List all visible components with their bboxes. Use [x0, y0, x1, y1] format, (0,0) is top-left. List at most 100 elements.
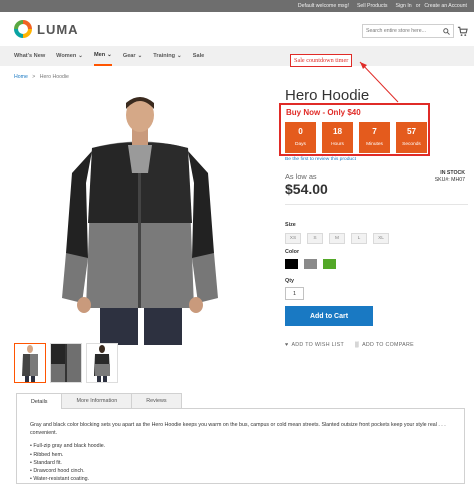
details-bullets: • Full-zip gray and black hoodie. • Ribb…: [30, 442, 451, 483]
breadcrumb: Home > Hero Hoodie: [14, 74, 69, 80]
add-to-compare-link[interactable]: ▒ ADD TO COMPARE: [355, 342, 414, 348]
timer-days: 0 Days: [285, 122, 316, 153]
tab-more-information[interactable]: More Information: [61, 393, 133, 408]
details-bullet: • Water-resistant coating.: [30, 476, 90, 483]
thumbnail-image: [94, 345, 110, 382]
timer-minutes: 7 Minutes: [359, 122, 390, 153]
product-tabs: Details More Information Reviews: [16, 393, 182, 409]
size-option-l[interactable]: L: [351, 233, 367, 244]
nav-label: Sale: [192, 53, 205, 59]
product-title: Hero Hoodie: [285, 87, 370, 104]
tab-panel-details: Gray and black color blocking sets you a…: [16, 408, 465, 484]
nav-item-whats-new[interactable]: What's New: [14, 46, 45, 66]
sale-countdown-timer: Buy Now - Only $40 0 Days 18 Hours 7 Minute…: [279, 103, 430, 156]
divider: [285, 204, 468, 205]
logo-text: LUMA: [37, 21, 79, 37]
timer-value: 7: [372, 127, 377, 137]
nav-label: Training: [153, 53, 176, 59]
nav-item-training[interactable]: Training ⌄: [153, 46, 181, 66]
thumbnail-image: [51, 344, 81, 382]
color-swatch-green[interactable]: [323, 259, 336, 269]
or-text: or: [415, 3, 421, 9]
size-options: XS S M L XL: [285, 233, 389, 244]
review-link[interactable]: Be the first to review this product: [285, 157, 356, 162]
size-label: Size: [285, 222, 296, 228]
wishlist-label: ADD TO WISH LIST: [291, 342, 345, 348]
top-bar: Default welcome msg! Sell Products Sign …: [0, 0, 474, 12]
size-option-m[interactable]: M: [329, 233, 345, 244]
nav-item-gear[interactable]: Gear ⌄: [123, 46, 142, 66]
annotation-label: Sale countdown timer: [290, 54, 353, 67]
size-option-xl[interactable]: XL: [373, 233, 389, 244]
timer-label: Seconds: [402, 141, 421, 147]
timer-value: 18: [332, 127, 343, 137]
details-bullet: • Ribbed hem.: [30, 451, 64, 458]
color-label: Color: [285, 249, 300, 255]
chevron-down-icon: ⌄: [78, 53, 83, 59]
stock-info: IN STOCK SKU#: MH07: [435, 170, 465, 185]
create-account-link[interactable]: Create an Account: [424, 3, 467, 9]
nav-label: Women: [56, 53, 77, 59]
heart-icon: ♥: [285, 342, 289, 348]
details-bullet: • Standard fit.: [30, 459, 62, 466]
timer-seconds: 57 Seconds: [396, 122, 427, 153]
qty-label: Qty: [285, 278, 294, 284]
nav-item-women[interactable]: Women ⌄: [56, 46, 83, 66]
timer-value: 57: [406, 127, 417, 137]
logo[interactable]: LUMA: [14, 20, 79, 38]
nav-label: What's New: [14, 53, 46, 59]
add-to-wishlist-link[interactable]: ♥ ADD TO WISH LIST: [285, 342, 344, 348]
qty-input[interactable]: 1: [285, 287, 304, 300]
product-image[interactable]: [52, 93, 227, 345]
search-placeholder: Search entire store here...: [366, 28, 426, 34]
chevron-down-icon: ⌄: [107, 52, 112, 58]
welcome-message: Default welcome msg!: [297, 3, 349, 9]
details-bullet: • Full-zip gray and black hoodie.: [30, 443, 106, 450]
timer-label: Days: [295, 141, 306, 147]
chevron-down-icon: ⌄: [177, 53, 182, 59]
search-input[interactable]: Search entire store here...: [362, 24, 454, 38]
thumbnail-front[interactable]: [14, 343, 46, 383]
cart-icon[interactable]: [457, 25, 468, 37]
nav-label: Gear: [122, 53, 136, 59]
sku-row: SKU#: MH07: [435, 177, 465, 184]
nav-item-men[interactable]: Men ⌄: [93, 46, 112, 66]
product-price: $54.00: [285, 181, 328, 197]
add-to-cart-button[interactable]: Add to Cart: [285, 306, 373, 326]
stock-status: IN STOCK: [440, 170, 465, 176]
sell-products-link[interactable]: Sell Products: [357, 3, 388, 9]
nav-label: Men: [93, 52, 106, 58]
nav-item-sale[interactable]: Sale: [193, 46, 205, 66]
details-description: Gray and black color blocking sets you a…: [30, 422, 446, 437]
compare-icon: ▒: [355, 342, 360, 348]
details-bullet: • Drawcord hood cinch.: [30, 468, 85, 475]
chevron-down-icon: ⌄: [137, 53, 143, 59]
color-swatch-black[interactable]: [285, 259, 298, 269]
timer-value: 0: [298, 127, 303, 137]
tab-reviews[interactable]: Reviews: [131, 393, 182, 408]
sign-in-link[interactable]: Sign In: [396, 3, 412, 9]
size-option-xs[interactable]: XS: [285, 233, 301, 244]
color-options: [285, 259, 336, 269]
sku-value: MH07: [451, 177, 465, 184]
breadcrumb-separator: >: [32, 74, 36, 80]
as-low-as-label: As low as: [285, 172, 317, 181]
timer-label: Hours: [331, 141, 344, 147]
breadcrumb-current: Hero Hoodie: [39, 74, 69, 80]
compare-label: ADD TO COMPARE: [362, 342, 414, 348]
timer-units: 0 Days 18 Hours 7 Minutes 57 Seconds: [285, 122, 427, 153]
timer-label: Minutes: [366, 141, 383, 147]
size-option-s[interactable]: S: [307, 233, 323, 244]
tab-details[interactable]: Details: [16, 393, 63, 409]
color-swatch-gray[interactable]: [304, 259, 317, 269]
breadcrumb-home[interactable]: Home: [14, 74, 28, 80]
timer-hours: 18 Hours: [322, 122, 353, 153]
thumbnail-detail[interactable]: [50, 343, 82, 383]
thumbnail-back[interactable]: [86, 343, 118, 383]
main-nav: What's New Women ⌄ Men ⌄ Gear ⌄ Training ⌄ S…: [0, 46, 474, 66]
search-icon[interactable]: [443, 27, 450, 35]
timer-headline: Buy Now - Only $40: [286, 108, 361, 117]
thumbnail-image: [22, 345, 38, 382]
sku-label: SKU#:: [434, 177, 450, 184]
logo-icon: [14, 20, 32, 38]
